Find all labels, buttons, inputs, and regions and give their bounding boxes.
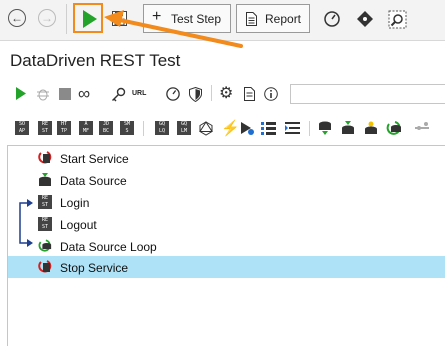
stop-service-icon: [38, 260, 52, 273]
load-test-gauge-icon[interactable]: [166, 87, 180, 101]
http-request-icon[interactable]: HT TP: [57, 121, 71, 135]
rest-request-icon: RE ST: [38, 217, 52, 231]
data-source-add-icon[interactable]: [341, 121, 355, 136]
report-label: Report: [265, 12, 302, 26]
toolbar-separator: [309, 121, 310, 136]
play-icon: [83, 10, 97, 28]
data-sink-icon[interactable]: [318, 121, 332, 136]
report-icon: [246, 12, 257, 26]
jdbc-request-icon[interactable]: JD BC: [99, 121, 113, 135]
back-icon[interactable]: ←: [8, 9, 26, 27]
tree-item-start-service[interactable]: Start Service: [8, 147, 445, 169]
soap-request-icon[interactable]: SO AP: [15, 121, 29, 135]
plus-icon: +: [152, 8, 162, 25]
run-button[interactable]: [73, 3, 103, 33]
forward-icon[interactable]: →: [38, 9, 56, 27]
data-source-loop-icon: [38, 239, 52, 252]
document-icon[interactable]: [244, 87, 255, 101]
tree-item-label: Data Source: [60, 174, 127, 188]
rest-request-icon: RE ST: [38, 195, 52, 209]
security-scan-icon[interactable]: [388, 10, 407, 29]
auth-key-icon[interactable]: [111, 87, 126, 102]
plug-icon[interactable]: ⚡: [221, 119, 240, 137]
run-with-dot-icon[interactable]: [240, 121, 255, 136]
info-icon[interactable]: [264, 87, 278, 101]
page-title: DataDriven REST Test: [10, 51, 181, 70]
loop-infinity-icon[interactable]: ∞: [78, 84, 90, 104]
toolbar-separator: [66, 4, 67, 34]
tree-item-logout[interactable]: RE ST Logout: [8, 213, 445, 235]
run-testcase-icon[interactable]: [15, 87, 27, 100]
tree-item-data-source[interactable]: Data Source: [8, 169, 445, 191]
amf-request-icon[interactable]: A MF: [79, 121, 93, 135]
tree-item-label: Data Source Loop: [60, 240, 157, 254]
search-input[interactable]: [290, 84, 445, 104]
data-generator-icon[interactable]: [364, 121, 378, 136]
tree-item-label: Start Service: [60, 152, 129, 166]
tree-item-stop-service[interactable]: Stop Service: [8, 256, 445, 278]
graphql-icon[interactable]: [199, 121, 213, 136]
toolbar-separator: [211, 85, 212, 101]
settings-gear-icon[interactable]: ⚙: [219, 83, 233, 103]
test-step-label: Test Step: [171, 12, 222, 26]
tree-item-login[interactable]: RE ST Login: [8, 191, 445, 213]
tree-item-data-source-loop[interactable]: Data Source Loop: [8, 235, 445, 257]
property-transfer-icon[interactable]: [285, 121, 300, 135]
debug-bug-icon[interactable]: [36, 87, 50, 101]
property-list-icon[interactable]: [261, 121, 276, 135]
performance-gauge-icon[interactable]: [324, 11, 340, 27]
start-service-icon: [38, 151, 52, 164]
stop-icon[interactable]: [59, 88, 71, 100]
tree-item-label: Login: [60, 196, 90, 210]
toolbar-separator: [143, 121, 144, 136]
data-source-icon: [39, 173, 51, 186]
tree-item-label: Logout: [60, 218, 97, 232]
branch-icon[interactable]: [414, 121, 430, 135]
git-diamond-icon[interactable]: [356, 10, 374, 28]
endpoint-url-icon[interactable]: URL: [132, 90, 146, 97]
add-test-step-button[interactable]: + Test Step: [143, 4, 231, 33]
report-button[interactable]: Report: [236, 4, 310, 33]
save-icon[interactable]: [112, 11, 127, 26]
graphql-query-icon[interactable]: GQ LQ: [155, 121, 169, 135]
rest-request-icon[interactable]: RE ST: [38, 121, 52, 135]
data-source-loop-icon[interactable]: [386, 121, 402, 136]
security-shield-icon[interactable]: [189, 87, 202, 102]
sms-icon[interactable]: SM S: [120, 121, 134, 135]
tree-item-label: Stop Service: [60, 261, 129, 275]
graphql-mutation-icon[interactable]: GQ LM: [177, 121, 191, 135]
main-toolbar: ← → + Test Step Report: [0, 0, 445, 41]
